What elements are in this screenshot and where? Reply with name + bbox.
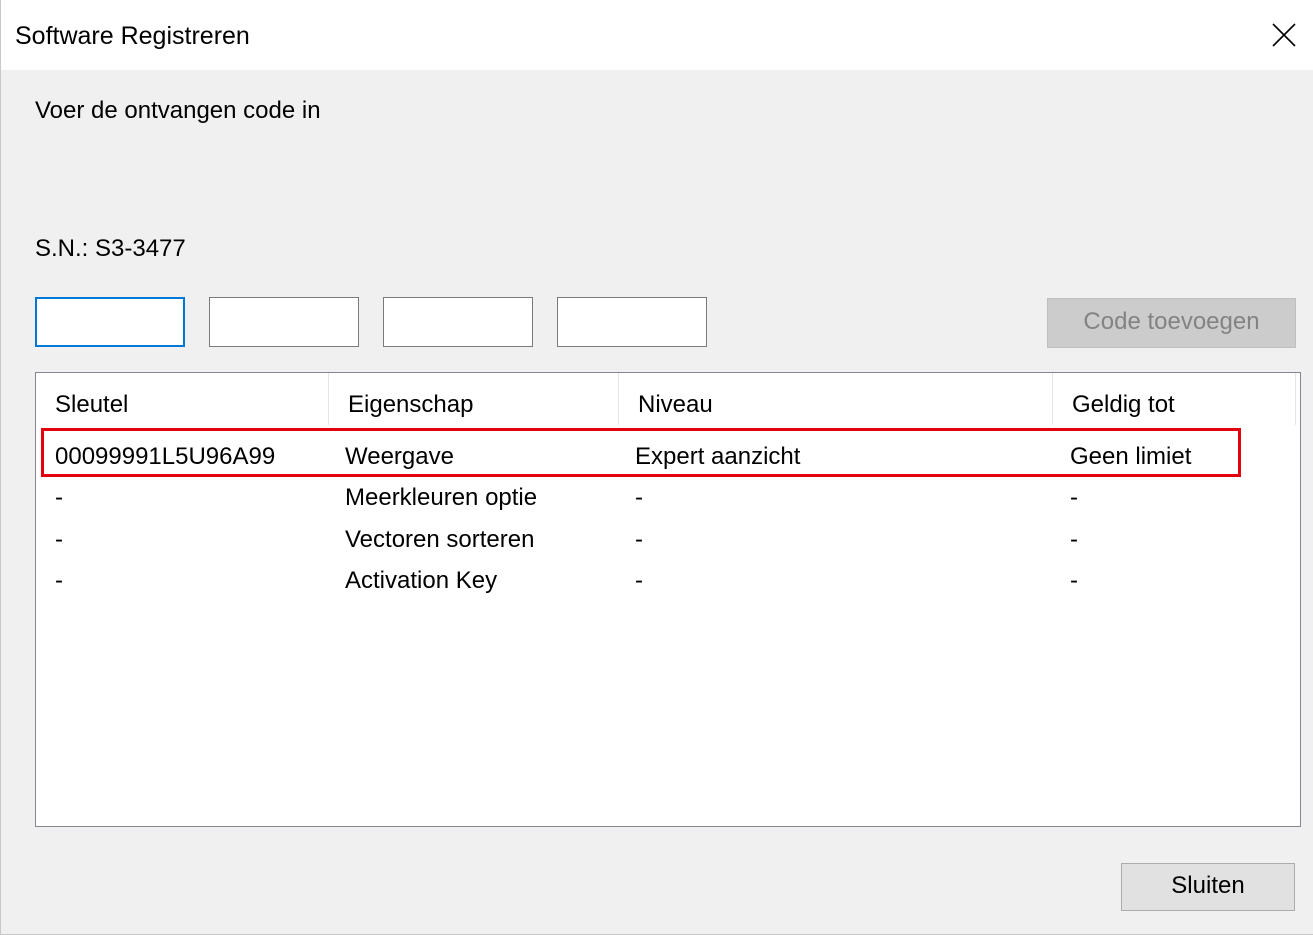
close-button[interactable]: Sluiten	[1121, 863, 1295, 911]
cell-sleutel: -	[55, 567, 63, 594]
cell-geldig-tot: Geen limiet	[1070, 443, 1192, 470]
cell-niveau: -	[635, 484, 643, 511]
table-row[interactable]: - Activation Key - -	[36, 560, 1300, 602]
table-row[interactable]: 00099991L5U96A99 Weergave Expert aanzich…	[36, 436, 1300, 478]
cell-eigenschap: Meerkleuren optie	[345, 484, 538, 511]
close-window-button[interactable]	[1254, 6, 1313, 64]
column-header-eigenschap[interactable]: Eigenschap	[329, 373, 619, 425]
cell-niveau: Expert aanzicht	[635, 443, 801, 470]
cell-geldig-tot: -	[1070, 567, 1078, 594]
column-header-geldig-tot[interactable]: Geldig tot	[1053, 373, 1296, 425]
registration-dialog: Software Registreren Voer de ontvangen c…	[0, 0, 1313, 935]
cell-sleutel: -	[55, 526, 63, 553]
instruction-text: Voer de ontvangen code in	[35, 97, 321, 124]
cell-niveau: -	[635, 567, 643, 594]
code-input-2[interactable]	[209, 297, 359, 347]
cell-sleutel: 00099991L5U96A99	[55, 443, 276, 470]
cell-eigenschap: Activation Key	[345, 567, 498, 594]
code-input-3[interactable]	[383, 297, 533, 347]
cell-sleutel: -	[55, 484, 63, 511]
add-code-button[interactable]: Code toevoegen	[1047, 298, 1296, 348]
title-bar: Software Registreren	[1, 0, 1313, 70]
column-header-niveau[interactable]: Niveau	[619, 373, 1053, 425]
cell-niveau: -	[635, 526, 643, 553]
table-row[interactable]: - Meerkleuren optie - -	[36, 477, 1300, 519]
window-title: Software Registreren	[15, 22, 250, 50]
cell-geldig-tot: -	[1070, 526, 1078, 553]
serial-number: S.N.: S3-3477	[35, 235, 186, 262]
table-header: Sleutel Eigenschap Niveau Geldig tot	[36, 373, 1300, 425]
license-table[interactable]: Sleutel Eigenschap Niveau Geldig tot 000…	[35, 372, 1301, 827]
code-input-4[interactable]	[557, 297, 707, 347]
column-header-sleutel[interactable]: Sleutel	[36, 373, 329, 425]
cell-eigenschap: Vectoren sorteren	[345, 526, 535, 553]
code-input-1[interactable]	[35, 297, 185, 347]
table-row[interactable]: - Vectoren sorteren - -	[36, 519, 1300, 561]
cell-geldig-tot: -	[1070, 484, 1078, 511]
cell-eigenschap: Weergave	[345, 443, 454, 470]
close-icon	[1272, 23, 1296, 47]
